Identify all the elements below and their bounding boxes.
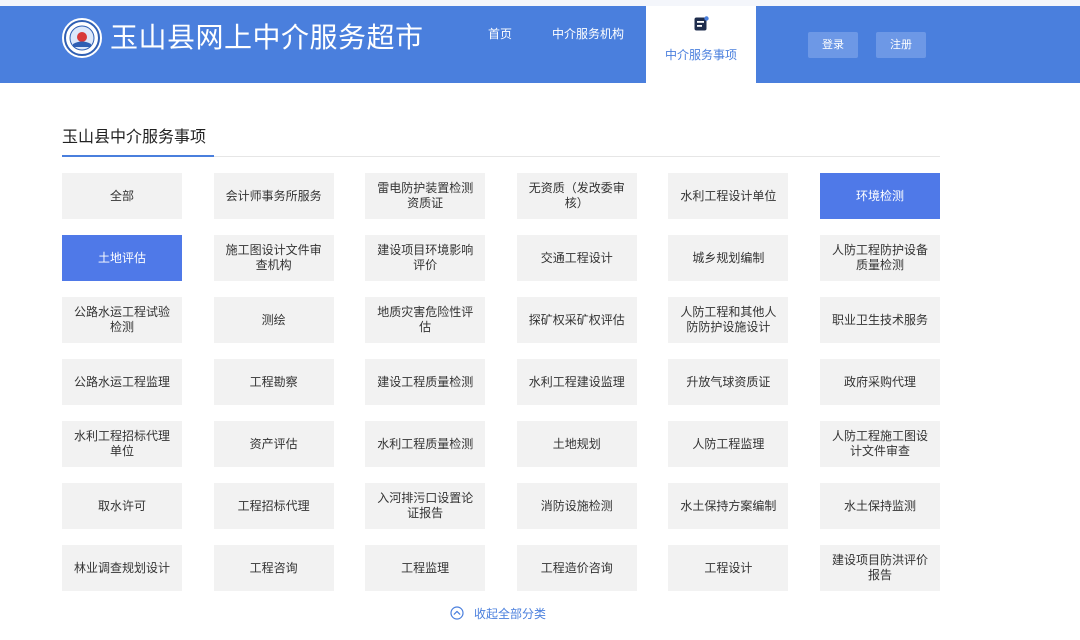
category-item[interactable]: 城乡规划编制 — [668, 235, 789, 281]
category-item[interactable]: 取水许可 — [62, 483, 182, 529]
category-item[interactable]: 政府采购代理 — [819, 359, 940, 405]
category-item[interactable]: 人防工程防护设备质量检测 — [819, 235, 940, 281]
category-item[interactable]: 消防设施检测 — [516, 483, 637, 529]
category-item[interactable]: 工程咨询 — [213, 545, 334, 591]
category-item[interactable]: 无资质（发改委审核） — [516, 173, 637, 219]
category-item[interactable]: 施工图设计文件审查机构 — [213, 235, 334, 281]
chevron-up-circle-icon — [450, 606, 464, 620]
section-title-underline — [62, 155, 214, 157]
category-item[interactable]: 林业调查规划设计 — [62, 545, 182, 591]
category-item[interactable]: 水土保持方案编制 — [668, 483, 789, 529]
site-title[interactable]: 玉山县网上中介服务超市 — [110, 18, 424, 58]
category-item[interactable]: 工程监理 — [365, 545, 486, 591]
county-seal-logo[interactable] — [62, 18, 102, 58]
section-title: 玉山县中介服务事项 — [62, 127, 207, 146]
category-item[interactable]: 资产评估 — [213, 421, 334, 467]
category-item[interactable]: 人防工程施工图设计文件审查 — [819, 421, 940, 467]
category-item[interactable]: 全部 — [62, 173, 182, 219]
category-item[interactable]: 探矿权采矿权评估 — [516, 297, 637, 343]
category-item[interactable]: 职业卫生技术服务 — [819, 297, 940, 343]
category-item[interactable]: 工程勘察 — [213, 359, 334, 405]
category-item[interactable]: 测绘 — [213, 297, 334, 343]
category-item[interactable]: 水土保持监测 — [819, 483, 940, 529]
category-item[interactable]: 环境检测 — [819, 173, 940, 219]
category-item[interactable]: 雷电防护装置检测资质证 — [365, 173, 486, 219]
category-item[interactable]: 入河排污口设置论证报告 — [365, 483, 486, 529]
category-item[interactable]: 水利工程招标代理单位 — [62, 421, 182, 467]
login-button[interactable]: 登录 — [808, 32, 858, 58]
collapse-label: 收起全部分类 — [474, 606, 547, 621]
category-item[interactable]: 升放气球资质证 — [668, 359, 789, 405]
category-item[interactable]: 工程招标代理 — [213, 483, 334, 529]
category-item[interactable]: 建设工程质量检测 — [365, 359, 486, 405]
collapse-all-categories[interactable]: 收起全部分类 — [450, 604, 546, 622]
category-item[interactable]: 土地评估 — [62, 235, 182, 281]
category-grid: 全部 会计师事务所服务 雷电防护装置检测资质证 无资质（发改委审核） 水利工程设… — [62, 173, 940, 591]
category-item[interactable]: 工程设计 — [668, 545, 789, 591]
category-item[interactable]: 会计师事务所服务 — [213, 173, 334, 219]
category-item[interactable]: 建设项目防洪评价报告 — [819, 545, 940, 591]
top-header: 玉山县网上中介服务超市 首页 中介服务机构 中介服务事项 登录 注册 — [0, 0, 1080, 83]
seal-logo-icon — [64, 20, 100, 56]
category-item[interactable]: 水利工程质量检测 — [365, 421, 486, 467]
category-item[interactable]: 交通工程设计 — [516, 235, 637, 281]
category-item[interactable]: 工程造价咨询 — [516, 545, 637, 591]
nav-service-items-label: 中介服务事项 — [664, 48, 737, 62]
register-button[interactable]: 注册 — [876, 32, 926, 58]
document-list-icon — [694, 16, 709, 31]
category-item[interactable]: 公路水运工程试验检测 — [62, 297, 182, 343]
category-item[interactable]: 地质灾害危险性评估 — [365, 297, 486, 343]
category-item[interactable]: 水利工程建设监理 — [516, 359, 637, 405]
category-item[interactable]: 人防工程和其他人防防护设施设计 — [668, 297, 789, 343]
nav-service-items[interactable]: 中介服务事项 — [646, 6, 756, 83]
category-item[interactable]: 建设项目环境影响评价 — [365, 235, 486, 281]
category-item[interactable]: 土地规划 — [516, 421, 637, 467]
nav-home[interactable]: 首页 — [476, 0, 524, 73]
category-item[interactable]: 水利工程设计单位 — [668, 173, 789, 219]
nav-agencies[interactable]: 中介服务机构 — [540, 0, 636, 73]
category-item[interactable]: 公路水运工程监理 — [62, 359, 182, 405]
category-item[interactable]: 人防工程监理 — [668, 421, 789, 467]
